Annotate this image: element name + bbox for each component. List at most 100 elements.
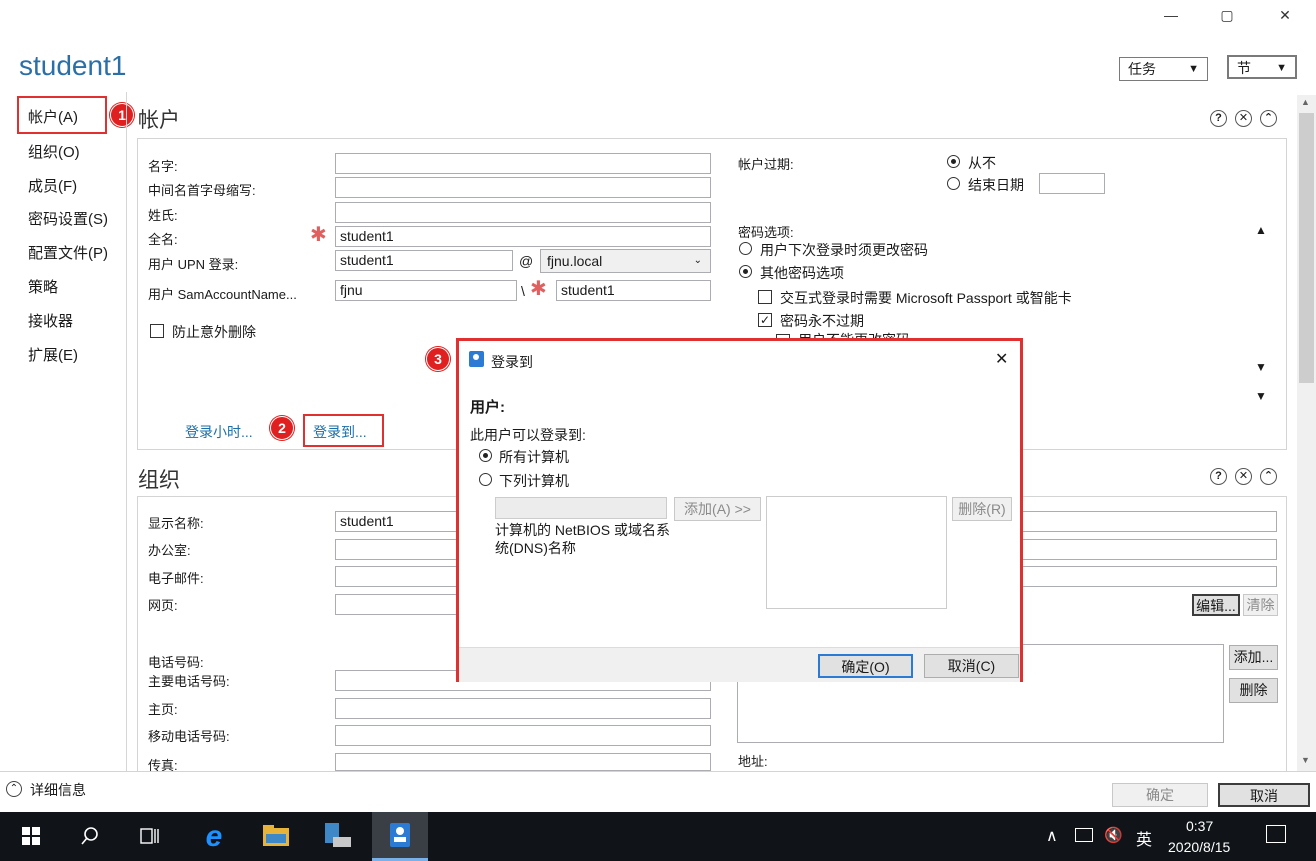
scroll-down-icon[interactable]: ▼ [1301, 755, 1310, 765]
footer-ok-button[interactable]: 确定 [1112, 783, 1208, 807]
dialog-ok-button[interactable]: 确定(O) [818, 654, 913, 678]
full-name-label: 全名: [148, 232, 178, 247]
collapse-icon[interactable]: ⌃ [1260, 110, 1277, 127]
edit-button[interactable]: 编辑... [1192, 594, 1240, 616]
expand-icon[interactable]: ⌃ [6, 781, 22, 797]
last-name-label: 姓氏: [148, 208, 178, 223]
end-date-label: 结束日期 [968, 177, 1024, 193]
logon-hours-link[interactable]: 登录小时... [185, 422, 253, 442]
last-name-input[interactable] [335, 202, 711, 223]
nav-item-members[interactable]: 成员(F) [28, 175, 77, 196]
scrollbar-thumb[interactable] [1299, 113, 1314, 383]
search-icon[interactable] [66, 812, 114, 861]
details-label[interactable]: 详细信息 [30, 780, 86, 800]
must-change-radio[interactable] [739, 242, 752, 255]
computer-hint: 计算机的 NetBIOS 或域名系统(DNS)名称 [495, 522, 671, 556]
nav-item-password-settings[interactable]: 密码设置(S) [28, 208, 108, 229]
close-icon[interactable]: ✕ [1235, 110, 1252, 127]
volume-muted-icon[interactable]: 🔇 [1104, 826, 1123, 844]
network-icon[interactable] [1075, 828, 1093, 842]
footer-cancel-button[interactable]: 取消 [1218, 783, 1310, 807]
add-button[interactable]: 添加... [1229, 645, 1278, 670]
tasks-dropdown[interactable]: 任务 ▼ [1119, 57, 1208, 81]
nav-item-organization[interactable]: 组织(O) [28, 141, 80, 162]
user-icon [469, 351, 484, 367]
mobile-label: 移动电话号码: [148, 729, 230, 744]
office-label: 办公室: [148, 543, 191, 558]
add-computer-button[interactable]: 添加(A) >> [674, 497, 761, 521]
scroll-down-icon[interactable]: ▼ [1255, 360, 1267, 374]
org-right-input[interactable] [1000, 511, 1277, 532]
logon-to-link[interactable]: 登录到... [313, 422, 367, 442]
other-options-label: 其他密码选项 [760, 265, 844, 281]
help-icon[interactable]: ? [1210, 468, 1227, 485]
sections-dropdown[interactable]: 节 ▼ [1227, 55, 1297, 79]
scroll-down-icon[interactable]: ▼ [1255, 389, 1267, 403]
computer-name-input[interactable] [495, 497, 667, 519]
sam-domain-input[interactable]: fjnu [335, 280, 517, 301]
remove-computer-button[interactable]: 删除(R) [952, 497, 1012, 521]
nav-item-profile[interactable]: 配置文件(P) [28, 242, 108, 263]
end-date-input[interactable] [1039, 173, 1105, 194]
dialog-cancel-button[interactable]: 取消(C) [924, 654, 1019, 678]
maximize-button[interactable]: ▢ [1204, 0, 1250, 30]
tray-chevron-icon[interactable]: ∧ [1046, 826, 1058, 846]
domain-select[interactable]: fjnu.local ⌄ [540, 249, 711, 273]
task-view-icon[interactable] [126, 812, 174, 861]
org-right-input[interactable] [1000, 539, 1277, 560]
nav-item-extensions[interactable]: 扩展(E) [28, 344, 78, 365]
end-date-radio[interactable] [947, 177, 960, 190]
help-icon[interactable]: ? [1210, 110, 1227, 127]
chevron-down-icon: ⌄ [693, 255, 702, 266]
nav-item-policy[interactable]: 策略 [28, 276, 58, 297]
middle-initial-input[interactable] [335, 177, 711, 198]
protect-label: 防止意外删除 [172, 324, 256, 340]
ad-admin-center-icon[interactable] [372, 812, 428, 861]
scrollbar[interactable]: ▲ ▼ [1297, 95, 1316, 771]
never-label: 从不 [968, 155, 996, 171]
nav-item-receiver[interactable]: 接收器 [28, 310, 73, 331]
close-icon[interactable]: ✕ [995, 349, 1008, 369]
ie-icon[interactable]: e [190, 812, 238, 861]
clock-date[interactable]: 2020/8/15 [1168, 839, 1230, 855]
never-radio[interactable] [947, 155, 960, 168]
protect-checkbox[interactable] [150, 324, 164, 338]
required-icon: ✱ [310, 224, 327, 246]
clock-time[interactable]: 0:37 [1186, 818, 1213, 834]
following-computers-radio[interactable] [479, 473, 492, 486]
mobile-input[interactable] [335, 725, 711, 746]
server-manager-icon[interactable] [313, 812, 361, 861]
org-right-input[interactable] [1000, 566, 1277, 587]
home-input[interactable] [335, 698, 711, 719]
required-icon: ✱ [530, 278, 547, 300]
first-name-input[interactable] [335, 153, 711, 174]
user-heading: 用户: [470, 399, 505, 416]
remove-button[interactable]: 删除 [1229, 678, 1278, 703]
scroll-up-icon[interactable]: ▲ [1301, 97, 1310, 107]
ime-indicator[interactable]: 英 [1136, 826, 1152, 850]
file-explorer-icon[interactable] [252, 812, 300, 861]
upn-input[interactable]: student1 [335, 250, 513, 271]
must-change-label: 用户下次登录时须更改密码 [760, 242, 928, 258]
start-icon[interactable] [7, 812, 55, 861]
collapse-icon[interactable]: ⌃ [1260, 468, 1277, 485]
minimize-button[interactable]: — [1148, 0, 1194, 30]
at-sign: @ [519, 253, 534, 269]
never-expires-checkbox[interactable]: ✓ [758, 313, 772, 327]
home-label: 主页: [148, 702, 178, 717]
clear-button[interactable]: 清除 [1243, 594, 1278, 616]
org-section-title: 组织 [138, 469, 180, 492]
close-button[interactable]: ✕ [1262, 0, 1308, 30]
app-window: — ▢ ✕ student1 任务 ▼ 节 ▼ 帐户(A) 组织(O) 成员(F… [0, 0, 1316, 861]
close-icon[interactable]: ✕ [1235, 468, 1252, 485]
computer-list[interactable] [766, 496, 947, 609]
fax-input[interactable] [335, 753, 711, 771]
scroll-up-icon[interactable]: ▲ [1255, 223, 1267, 237]
step-badge-1: 1 [110, 103, 134, 127]
smartcard-checkbox[interactable] [758, 290, 772, 304]
sam-input[interactable]: student1 [556, 280, 711, 301]
other-options-radio[interactable] [739, 265, 752, 278]
all-computers-radio[interactable] [479, 449, 492, 462]
notification-icon[interactable] [1266, 825, 1286, 843]
full-name-input[interactable]: student1 [335, 226, 711, 247]
